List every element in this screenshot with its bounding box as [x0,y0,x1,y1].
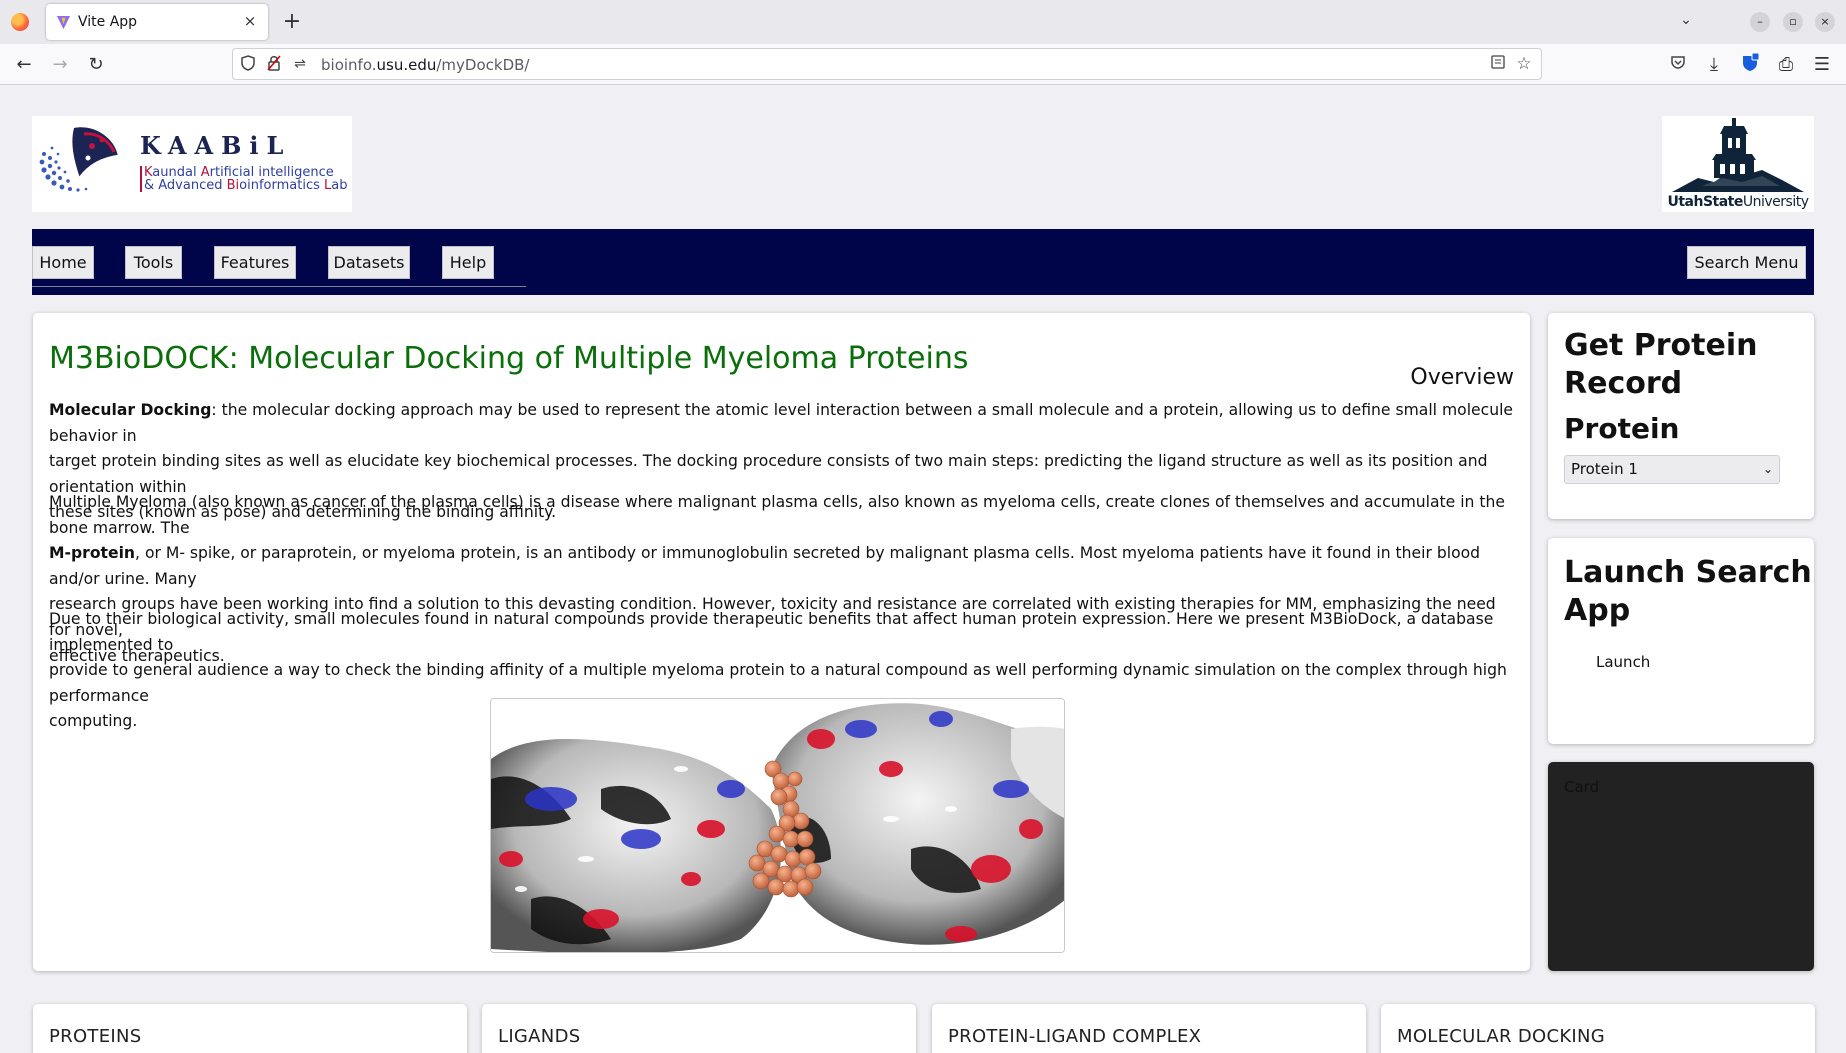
launch-link[interactable]: Launch [1596,653,1650,671]
page-title: M3BioDOCK: Molecular Docking of Multiple… [49,341,969,376]
lab-sub-text: & Advanced [144,178,227,193]
main-nav: Home Tools Features Datasets Help Search… [32,229,1814,295]
nav-help[interactable]: Help [442,246,494,279]
lab-sub-letter: Bi [226,178,240,193]
browser-tab-active[interactable]: Vite App × [46,4,268,40]
list-all-tabs-icon[interactable]: ⌄ [1676,12,1696,32]
proteins-card[interactable]: PROTEINS [33,1004,467,1053]
paragraph-text: , or M- spike, or paraprotein, or myelom… [49,544,1481,588]
placeholder-card: Card [1548,762,1814,971]
star-icon[interactable]: ☆ [1515,55,1533,73]
nav-divider [32,286,526,287]
protein-ligand-complex-card-title: PROTEIN-LIGAND COMPLEX [948,1026,1202,1047]
launch-search-app-title: Launch Search App [1564,554,1812,630]
usu-wordmark-bold: UtahState [1667,194,1743,210]
molecular-docking-card[interactable]: MOLECULAR DOCKING [1381,1004,1815,1053]
paragraph-text: computing. [49,712,138,731]
term-molecular-docking: Molecular Docking [49,401,212,419]
kaabil-emblem-icon [39,127,121,192]
kaabil-logo[interactable]: KAABiL Kaundal Artificial intelligence &… [32,116,352,212]
molecular-docking-card-title: MOLECULAR DOCKING [1397,1026,1606,1047]
reader-view-icon[interactable] [1489,55,1507,73]
insecure-lock-icon[interactable] [265,55,283,73]
paragraph-text: Due to their biological activity, small … [49,610,1494,654]
lab-sub-text: ab [331,178,348,193]
usu-old-main-icon [1672,118,1804,192]
url-text[interactable]: bioinfo.usu.edu/myDockDB/ [321,56,529,74]
extensions-icon[interactable]: ⎙ [1774,53,1798,77]
url-host-prefix: bioinfo. [321,56,377,74]
usu-logo[interactable]: UtahStateUniversity [1662,116,1814,212]
back-arrow-icon[interactable]: ← [12,53,36,77]
restore-window-icon[interactable]: ▫ [1783,12,1803,32]
search-menu-button[interactable]: Search Menu [1687,246,1806,279]
forward-arrow-icon[interactable]: → [48,53,72,77]
tracking-protection-icon[interactable] [239,55,257,73]
vite-favicon-icon [56,15,71,30]
lab-name: KAABiL [140,131,292,160]
usu-wordmark-rest: University [1742,194,1809,210]
ligands-card[interactable]: LIGANDS [482,1004,916,1053]
paragraph-text: : the molecular docking approach may be … [49,401,1514,445]
protein-select[interactable]: Protein 1 ⌄ [1564,455,1780,484]
url-host-main: usu.edu [376,56,437,74]
close-window-icon[interactable]: × [1815,12,1835,32]
hamburger-menu-icon[interactable]: ☰ [1810,53,1834,77]
protein-label: Protein [1564,412,1680,445]
lab-subtitle: Kaundal Artificial intelligence & Advanc… [140,166,347,192]
download-icon[interactable]: ⤓ [1702,53,1726,77]
nav-features[interactable]: Features [214,246,296,279]
tab-close-icon[interactable]: × [240,11,260,31]
bitwarden-extension-icon[interactable] [1738,52,1762,77]
launch-search-app-card: Launch Search App Launch [1548,538,1814,744]
minimize-window-icon[interactable]: – [1750,12,1770,32]
protein-select-value: Protein 1 [1571,460,1638,478]
proteins-card-title: PROTEINS [49,1026,142,1047]
tab-title: Vite App [78,14,138,30]
nav-tools[interactable]: Tools [125,246,182,279]
nav-datasets[interactable]: Datasets [328,246,410,279]
overview-heading: Overview [1410,365,1514,390]
title-line: Launch Search [1564,555,1812,590]
get-protein-record-title: Get Protein Record [1564,327,1757,403]
get-protein-record-card: Get Protein Record Protein Protein 1 ⌄ [1548,313,1814,519]
intro-card: M3BioDOCK: Molecular Docking of Multiple… [33,313,1530,971]
chevron-down-icon: ⌄ [1762,462,1773,476]
paragraph-text: Multiple Myeloma (also known as cancer o… [49,493,1505,537]
docking-molecule-image [490,698,1065,953]
lab-sub-text: oinformatics [239,178,324,193]
pocket-icon[interactable] [1666,53,1690,77]
url-path: /myDockDB/ [436,56,530,74]
term-m-protein: M-protein [49,544,136,563]
title-line: Record [1564,366,1683,401]
usu-wordmark: UtahStateUniversity [1662,194,1814,210]
permissions-icon[interactable]: ⇌ [291,55,309,73]
page: KAABiL Kaundal Artificial intelligence &… [0,86,1846,1053]
placeholder-card-text: Card [1564,778,1600,796]
reload-icon[interactable]: ↻ [84,53,108,77]
new-tab-button[interactable]: + [280,10,304,34]
ligands-card-title: LIGANDS [498,1026,581,1047]
url-bar[interactable]: ⇌ bioinfo.usu.edu/myDockDB/ ☆ [232,48,1542,80]
title-line: App [1564,593,1631,628]
firefox-logo-icon[interactable] [11,13,29,31]
protein-ligand-complex-card[interactable]: PROTEIN-LIGAND COMPLEX [932,1004,1366,1053]
browser-tab-bar: Vite App × + ⌄ – ▫ × [0,0,1846,44]
browser-nav-bar: ← → ↻ ⇌ bioinfo.usu.edu/myDockDB/ ☆ ⤓ ⎙ … [0,44,1846,85]
nav-home[interactable]: Home [32,246,94,279]
title-line: Get Protein [1564,328,1758,363]
